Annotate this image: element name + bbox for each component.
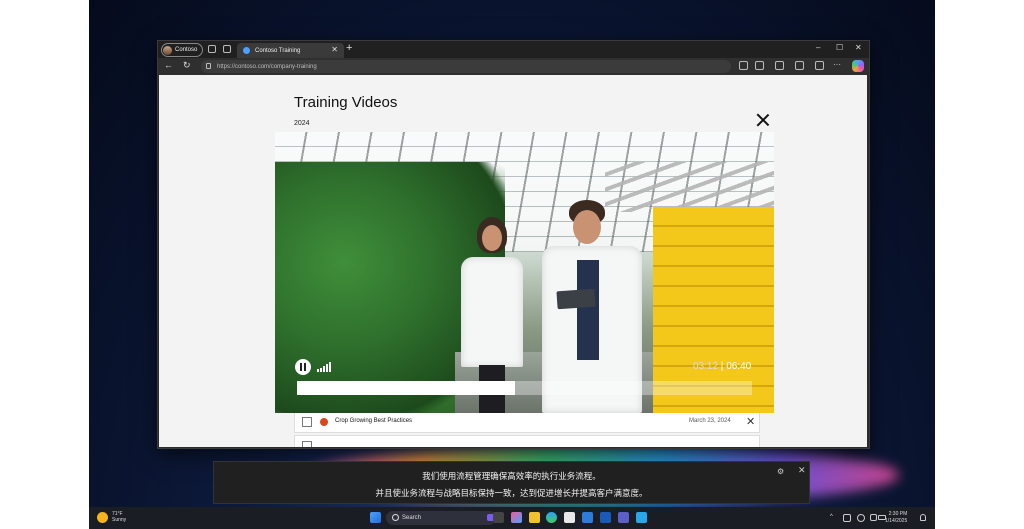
tab-title: Contoso Training — [255, 47, 301, 54]
lock-icon — [206, 63, 211, 69]
live-captions: 我们使用流程管理确保高效率的执行业务流程。 并且使业务流程与战略目标保持一致，达… — [213, 461, 810, 504]
caption-line-1: 我们使用流程管理确保高效率的执行业务流程。 — [422, 471, 601, 481]
list-item-checkbox[interactable] — [302, 417, 312, 427]
woman-coat — [461, 257, 523, 367]
page-content: Training Videos 2024 Crop Growing Best P… — [159, 75, 867, 447]
store-icon[interactable] — [564, 512, 575, 523]
address-bar-row: ← ↻ https://contoso.com/company-training… — [158, 58, 869, 75]
search-icon — [392, 514, 399, 521]
list-item[interactable]: Crop Growing Best Practices March 23, 20… — [294, 411, 760, 433]
sun-icon[interactable] — [97, 512, 108, 523]
url-text: https://contoso.com/company-training — [217, 63, 317, 70]
taskbar-search[interactable]: Search — [386, 511, 496, 525]
edge-icon[interactable] — [546, 512, 557, 523]
profile-label: Contoso — [175, 47, 198, 53]
list-item-date: March 23, 2024 — [689, 418, 731, 424]
network-icon[interactable] — [843, 514, 851, 522]
back-button[interactable]: ← — [164, 60, 173, 70]
task-view-icon[interactable] — [493, 512, 504, 523]
tab-actions-icon[interactable] — [223, 45, 231, 53]
notification-bell-icon[interactable] — [920, 514, 926, 521]
tray-chevron-icon[interactable]: ^ — [830, 514, 833, 520]
tab-close-button[interactable]: ✕ — [331, 45, 338, 54]
split-screen-icon[interactable] — [775, 61, 784, 70]
tomato-icon — [320, 418, 328, 426]
weather-desc: Sunny — [112, 517, 127, 523]
man-shirt — [577, 260, 599, 360]
new-tab-button[interactable]: + — [346, 42, 352, 54]
progress-fill — [297, 381, 516, 395]
collections-icon[interactable] — [815, 61, 824, 70]
favorites-icon[interactable] — [795, 61, 804, 70]
maximize-button[interactable]: ☐ — [836, 43, 843, 52]
wifi-icon[interactable] — [857, 514, 865, 522]
duration: 06:40 — [726, 361, 752, 372]
weather-widget[interactable]: 71°F Sunny — [112, 511, 126, 523]
widgets-app-icon[interactable] — [511, 512, 522, 523]
speaker-icon[interactable] — [870, 514, 877, 521]
tablet — [556, 288, 596, 310]
pause-button[interactable] — [295, 359, 311, 375]
list-item-title: Crop Growing Best Practices — [335, 418, 413, 424]
read-aloud-icon[interactable] — [739, 61, 748, 70]
video-player[interactable]: 03:12 | 06:40 — [275, 132, 774, 413]
page-title: Training Videos — [294, 94, 398, 111]
close-video-icon[interactable] — [756, 113, 770, 127]
caption-line-2: 并且使业务流程与战略目标保持一致，达到促进增长并提高客户满意度。 — [375, 488, 648, 498]
window-close-button[interactable]: ✕ — [855, 43, 862, 52]
start-button-icon[interactable] — [370, 512, 381, 523]
search-label: Search — [402, 515, 422, 521]
volume-icon[interactable] — [317, 362, 331, 372]
tab-contoso-training[interactable]: Contoso Training ✕ — [237, 43, 344, 58]
file-explorer-icon[interactable] — [529, 512, 540, 523]
workspaces-icon[interactable] — [208, 45, 216, 53]
shield-favicon-icon — [243, 47, 250, 54]
remote-desktop-icon[interactable] — [636, 512, 647, 523]
minimize-button[interactable]: – — [816, 43, 820, 52]
teams-icon[interactable] — [618, 512, 629, 523]
clock[interactable]: 2:30 PM 1/14/2025 — [885, 511, 907, 525]
time-display: 03:12 | 06:40 — [693, 361, 751, 372]
time-separator: | — [718, 361, 727, 372]
taskbar: 71°F Sunny Search ^ 2:30 PM 1/14/2025 — [89, 507, 935, 529]
tab-bar: Contoso Contoso Training ✕ + – ☐ ✕ — [158, 41, 869, 58]
more-icon[interactable]: ··· — [833, 60, 841, 69]
browser-window: Contoso Contoso Training ✕ + – ☐ ✕ ← ↻ h… — [157, 40, 870, 449]
address-bar[interactable]: https://contoso.com/company-training — [201, 60, 731, 73]
desktop: Contoso Contoso Training ✕ + – ☐ ✕ ← ↻ h… — [0, 0, 1024, 529]
current-time: 03:12 — [693, 361, 719, 372]
list-item-remove-button[interactable]: ✕ — [746, 415, 755, 428]
outlook-icon[interactable] — [582, 512, 593, 523]
list-item-checkbox[interactable] — [302, 441, 312, 447]
progress-bar[interactable] — [297, 381, 752, 395]
clock-time: 2:30 PM — [888, 511, 908, 517]
caption-settings-icon[interactable]: ⚙ — [777, 467, 784, 476]
copilot-icon[interactable] — [852, 60, 864, 72]
profile-button[interactable]: Contoso — [161, 43, 204, 57]
woman-head — [482, 225, 502, 251]
favorite-star-icon[interactable] — [755, 61, 764, 70]
mail-icon[interactable] — [600, 512, 611, 523]
list-item[interactable] — [294, 435, 760, 447]
man-head — [573, 210, 601, 244]
avatar — [163, 45, 172, 55]
video-controls: 03:12 | 06:40 — [275, 354, 774, 413]
caption-close-button[interactable]: ✕ — [798, 465, 806, 476]
clock-date: 1/14/2025 — [885, 518, 908, 524]
refresh-button[interactable]: ↻ — [183, 60, 191, 71]
year-label: 2024 — [294, 120, 310, 127]
